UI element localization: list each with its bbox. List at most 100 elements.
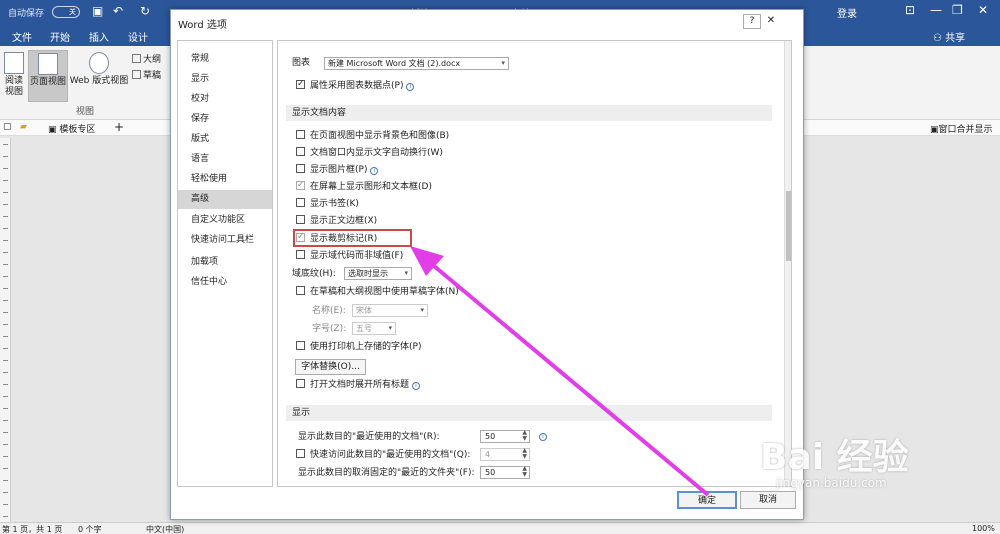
checkbox[interactable] <box>296 147 305 156</box>
checkbox[interactable] <box>296 78 305 90</box>
option-picture-placeholders[interactable]: 显示图片框(P) i <box>296 164 379 176</box>
tab-home[interactable]: 开始 <box>50 29 70 44</box>
chart-properties-option[interactable]: 属性采用图表数据点(P)i <box>296 78 415 92</box>
nav-display[interactable]: 显示 <box>178 70 272 89</box>
option-expand-headings[interactable]: 打开文档时展开所有标题 i <box>296 379 421 391</box>
checkbox[interactable] <box>296 379 305 388</box>
font-name-label: 名称(E): <box>312 306 346 316</box>
dialog-close-button[interactable]: ✕ <box>762 14 780 29</box>
checkbox[interactable] <box>296 164 305 173</box>
checkbox[interactable] <box>296 198 305 207</box>
option-draft-font[interactable]: 在草稿和大纲视图中使用草稿字体(N) <box>296 286 459 298</box>
font-substitution-button[interactable]: 字体替换(O)... <box>295 359 366 375</box>
options-scrollbar[interactable] <box>784 41 791 486</box>
ok-button[interactable]: 确定 <box>677 491 737 509</box>
ruler-tick <box>3 324 8 325</box>
checkbox[interactable] <box>296 286 305 295</box>
field-shading-select[interactable]: 选取时显示 ▾ <box>344 267 412 280</box>
checkbox[interactable] <box>296 215 305 224</box>
redo-icon[interactable]: ↻ <box>140 4 150 18</box>
checkbox[interactable] <box>296 179 305 191</box>
cancel-button[interactable]: 取消 <box>740 491 796 509</box>
nav-save[interactable]: 保存 <box>178 110 272 129</box>
login-link[interactable]: 登录 <box>837 5 857 20</box>
chart-document-select[interactable]: 新建 Microsoft Word 文档 (2).docx ▾ <box>324 57 509 70</box>
restore-icon[interactable]: ❐ <box>952 3 963 17</box>
options-content: 图表 新建 Microsoft Word 文档 (2).docx ▾ 属性采用图表… <box>277 40 792 487</box>
font-size-select[interactable]: 五号 ▾ <box>352 322 396 335</box>
help-button[interactable]: ? <box>743 14 761 29</box>
option-printer-fonts[interactable]: 使用打印机上存储的字体(P) <box>296 341 421 353</box>
spinner-icon[interactable]: ▲ ▼ <box>522 430 527 442</box>
nav-customize-ribbon[interactable]: 自定义功能区 <box>178 211 272 230</box>
word-count[interactable]: 0 个字 <box>78 524 102 534</box>
option-field-codes[interactable]: 显示域代码而非域值(F) <box>296 250 403 262</box>
draft-button[interactable]: 草稿 <box>132 68 161 81</box>
ruler-tick <box>3 180 8 181</box>
template-zone-tab[interactable]: ▣ 模板专区 <box>48 122 95 135</box>
option-quick-access-recent[interactable]: 快速访问此数目的"最近使用的文档"(Q): <box>296 449 470 461</box>
book-icon <box>4 52 24 74</box>
nav-trust-center[interactable]: 信任中心 <box>178 273 272 292</box>
save-icon[interactable]: ▣ <box>92 4 103 18</box>
add-tab-icon[interactable]: + <box>114 120 124 134</box>
spinner-icon[interactable]: ▲ ▼ <box>522 466 527 478</box>
print-layout-button[interactable]: 页面视图 <box>28 50 68 102</box>
share-button[interactable]: ⚇ 共享 <box>933 29 965 44</box>
option-label: 打开文档时展开所有标题 <box>310 380 410 390</box>
view-group-label: 视图 <box>76 107 95 117</box>
tab-insert[interactable]: 插入 <box>89 29 109 44</box>
window-close-icon[interactable]: ✕ <box>978 3 988 17</box>
autosave-toggle[interactable]: 关 <box>52 6 80 18</box>
new-doc-icon[interactable]: ▢ <box>3 122 12 132</box>
page-count[interactable]: 第 1 页，共 1 页 <box>2 524 62 534</box>
unpinned-folders-input[interactable]: 50 ▲ ▼ <box>480 466 530 479</box>
option-label: 在草稿和大纲视图中使用草稿字体(N) <box>310 287 459 297</box>
nav-quick-access-toolbar[interactable]: 快速访问工具栏 <box>178 231 272 250</box>
checkbox[interactable] <box>296 130 305 139</box>
nav-accessibility[interactable]: 轻松使用 <box>178 170 272 189</box>
option-bookmarks[interactable]: 显示书签(K) <box>296 198 359 210</box>
nav-addins[interactable]: 加载项 <box>178 253 272 272</box>
nav-language[interactable]: 语言 <box>178 150 272 169</box>
nav-general[interactable]: 常规 <box>178 50 272 69</box>
ruler-tick <box>3 444 8 445</box>
zoom-level[interactable]: 100% <box>972 524 995 533</box>
option-drawings-textboxes[interactable]: 在屏幕上显示图形和文本框(D) <box>296 179 432 193</box>
ribbon-options-icon[interactable]: ⊡ <box>905 3 915 17</box>
spinner-icon[interactable]: ▲ ▼ <box>522 448 527 460</box>
nav-typography[interactable]: 版式 <box>178 130 272 149</box>
quick-access-input[interactable]: 4 ▲ ▼ <box>480 448 530 461</box>
option-text-boundaries[interactable]: 显示正文边框(X) <box>296 215 377 227</box>
ruler-tick <box>3 192 8 193</box>
ruler-tick <box>3 456 8 457</box>
ruler-tick <box>3 396 8 397</box>
read-mode-button[interactable]: 阅读 视图 <box>2 52 26 98</box>
checkbox[interactable] <box>296 341 305 350</box>
ruler-tick <box>3 492 8 493</box>
ruler-tick <box>3 468 8 469</box>
outline-button[interactable]: 大纲 <box>132 52 161 65</box>
option-background-colors[interactable]: 在页面视图中显示背景色和图像(B) <box>296 130 449 142</box>
web-layout-button[interactable]: Web 版式视图 <box>69 52 129 87</box>
font-name-select[interactable]: 宋体 ▾ <box>352 304 428 317</box>
minimize-icon[interactable]: — <box>930 3 942 17</box>
ruler-tick <box>3 420 8 421</box>
language-status[interactable]: 中文(中国) <box>146 524 184 534</box>
scrollbar-thumb[interactable] <box>786 191 791 261</box>
tab-file[interactable]: 文件 <box>12 29 32 44</box>
checkbox[interactable] <box>296 250 305 259</box>
option-wrap-text[interactable]: 文档窗口内显示文字自动换行(W) <box>296 147 443 159</box>
tab-design[interactable]: 设计 <box>128 29 148 44</box>
merge-windows-button[interactable]: ▣窗口合并显示 <box>930 122 993 135</box>
checkbox[interactable] <box>296 449 305 458</box>
font-size-label: 字号(Z): <box>312 324 347 334</box>
nav-advanced[interactable]: 高级 <box>178 190 272 209</box>
ruler-tick <box>3 228 8 229</box>
ruler-tick <box>3 216 8 217</box>
nav-proofing[interactable]: 校对 <box>178 90 272 109</box>
folder-icon[interactable]: ▰ <box>20 122 27 132</box>
undo-icon[interactable]: ↶ <box>113 4 123 18</box>
recent-docs-input[interactable]: 50 ▲ ▼ <box>480 430 530 443</box>
crop-marks-highlight <box>293 229 412 247</box>
